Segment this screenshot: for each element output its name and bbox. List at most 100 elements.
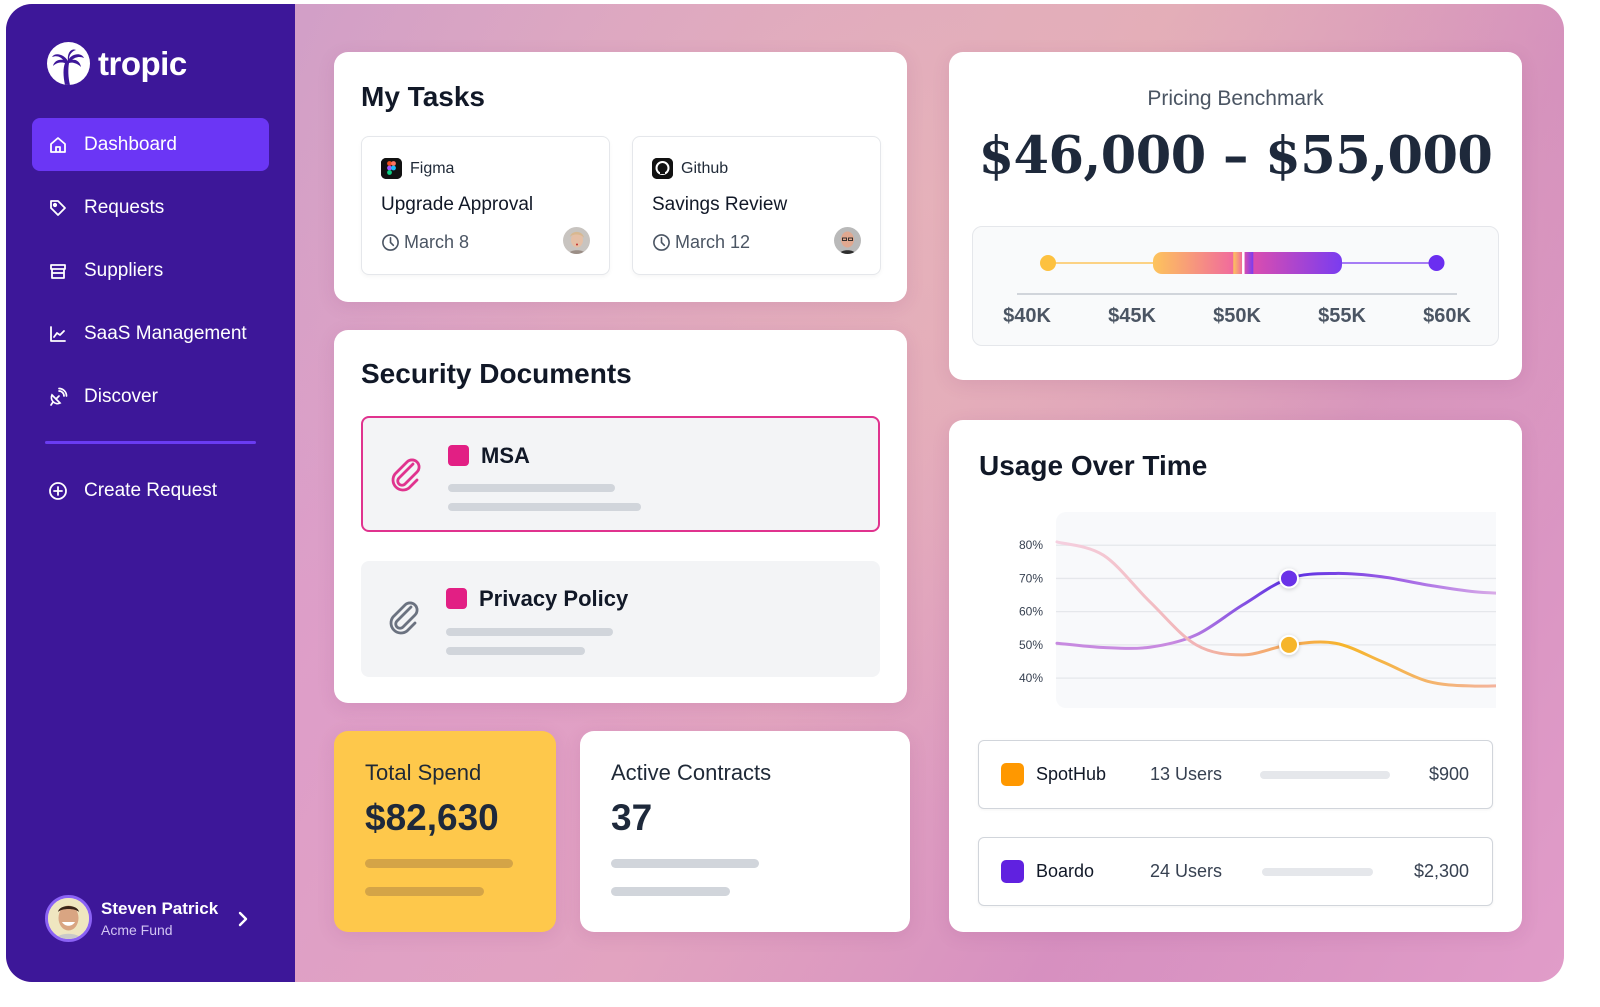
task-card[interactable]: Figma Upgrade Approval March 8 bbox=[361, 136, 610, 275]
usage-bar bbox=[1262, 868, 1373, 876]
placeholder-line bbox=[448, 484, 615, 492]
task-app-name: Figma bbox=[410, 159, 455, 177]
active-contracts-label: Active Contracts bbox=[611, 760, 772, 785]
placeholder-line bbox=[446, 628, 613, 636]
y-tick-label: 60% bbox=[1019, 605, 1043, 619]
pricing-range: $46,000 – $55,000 bbox=[978, 126, 1493, 186]
palm-tree-icon bbox=[47, 42, 90, 85]
task-date: March 8 bbox=[404, 232, 470, 252]
my-tasks-title: My Tasks bbox=[361, 81, 485, 112]
placeholder-line bbox=[611, 887, 730, 896]
user-profile[interactable]: Steven Patrick Acme Fund bbox=[45, 895, 218, 942]
task-title: Savings Review bbox=[652, 194, 788, 215]
chevron-right-icon[interactable] bbox=[236, 908, 250, 930]
placeholder-line bbox=[611, 859, 759, 868]
legend-row-boardo[interactable]: Boardo 24 Users $2,300 bbox=[978, 837, 1493, 906]
plus-circle-icon bbox=[49, 481, 67, 500]
y-tick-label: 50% bbox=[1019, 638, 1043, 652]
legend-row-spothub[interactable]: SpotHub 13 Users $900 bbox=[978, 740, 1493, 809]
assignee-avatar bbox=[563, 227, 590, 254]
sidebar-item-suppliers[interactable]: Suppliers bbox=[32, 244, 269, 297]
sidebar-item-discover[interactable]: Discover bbox=[32, 370, 269, 423]
placeholder-line bbox=[448, 503, 641, 511]
app-window: tropic Dashboard Requests Suppliers SaaS… bbox=[6, 4, 1564, 982]
document-item[interactable]: MSA bbox=[361, 416, 880, 532]
whisker-low-dot bbox=[1040, 255, 1056, 271]
legend-user-count: 13 Users bbox=[1150, 764, 1223, 784]
total-spend-value: $82,630 bbox=[365, 797, 499, 838]
pricing-benchmark-label: Pricing Benchmark bbox=[1147, 87, 1324, 110]
range-bar-lower bbox=[1153, 252, 1244, 274]
y-tick-label: 80% bbox=[1019, 538, 1043, 552]
document-tag bbox=[448, 445, 469, 466]
y-tick-label: 70% bbox=[1019, 571, 1043, 585]
avatar bbox=[45, 895, 92, 942]
document-title: Privacy Policy bbox=[479, 586, 629, 611]
legend-price: $2,300 bbox=[1413, 861, 1469, 881]
sidebar-item-label: Requests bbox=[84, 196, 165, 218]
total-spend-card[interactable]: Total Spend $82,630 bbox=[334, 731, 556, 932]
github-icon bbox=[652, 158, 673, 179]
brand-name: tropic bbox=[98, 44, 187, 82]
document-title: MSA bbox=[481, 443, 530, 468]
data-point-marker[interactable] bbox=[1279, 634, 1299, 655]
range-bar-upper-join bbox=[1243, 252, 1254, 274]
data-point-marker[interactable] bbox=[1279, 568, 1299, 589]
range-axis-line bbox=[1017, 293, 1457, 295]
sidebar-item-saas-management[interactable]: SaaS Management bbox=[32, 307, 269, 360]
sidebar-item-requests[interactable]: Requests bbox=[32, 181, 269, 234]
usage-line-chart: 80% 70% 60% 50% 40% bbox=[1019, 512, 1496, 708]
legend-app-name: SpotHub bbox=[1036, 764, 1107, 784]
home-icon bbox=[50, 136, 66, 153]
total-spend-label: Total Spend bbox=[365, 760, 482, 785]
range-tick-label: $50K bbox=[1213, 305, 1261, 327]
sidebar-item-label: Discover bbox=[84, 385, 158, 407]
placeholder-line bbox=[446, 647, 585, 655]
assignee-avatar bbox=[834, 227, 861, 254]
sidebar-item-dashboard[interactable]: Dashboard bbox=[32, 118, 269, 171]
satellite-dish-icon bbox=[50, 387, 68, 406]
range-tick-label: $60K bbox=[1423, 305, 1471, 327]
legend-app-name: Boardo bbox=[1036, 861, 1095, 881]
placeholder-line bbox=[365, 887, 484, 896]
price-range-track bbox=[1040, 252, 1445, 274]
task-title: Upgrade Approval bbox=[381, 194, 534, 215]
usage-over-time-card: Usage Over Time 80% 70% 60% 50% 40% Spot… bbox=[949, 420, 1522, 932]
clock-icon bbox=[653, 234, 670, 251]
task-app-name: Github bbox=[681, 159, 729, 177]
figma-icon bbox=[381, 158, 402, 179]
clock-icon bbox=[382, 234, 399, 251]
pricing-benchmark-card: Pricing Benchmark $46,000 – $55,000 $40K… bbox=[949, 52, 1522, 380]
sidebar-item-label: Dashboard bbox=[84, 133, 177, 155]
store-icon bbox=[50, 263, 66, 279]
task-card[interactable]: Github Savings Review March 12 bbox=[632, 136, 881, 275]
tag-icon bbox=[50, 199, 66, 216]
legend-user-count: 24 Users bbox=[1150, 861, 1223, 881]
security-documents-title: Security Documents bbox=[361, 358, 632, 389]
range-bar-lower-join bbox=[1233, 252, 1244, 274]
legend-price: $900 bbox=[1428, 764, 1469, 784]
sidebar: tropic Dashboard Requests Suppliers SaaS… bbox=[6, 4, 295, 982]
range-tick-label: $40K bbox=[1003, 305, 1051, 327]
whisker-high-dot bbox=[1428, 255, 1445, 271]
document-item[interactable]: Privacy Policy bbox=[361, 561, 880, 677]
logo[interactable]: tropic bbox=[47, 42, 187, 85]
sidebar-item-label: SaaS Management bbox=[84, 322, 247, 344]
my-tasks-card: My Tasks Figma Upgrade Approval March 8 bbox=[334, 52, 907, 302]
security-documents-card: Security Documents MSA Privacy Policy bbox=[334, 330, 907, 703]
usage-bar bbox=[1260, 771, 1390, 779]
active-contracts-value: 37 bbox=[611, 797, 653, 838]
y-tick-label: 40% bbox=[1019, 671, 1043, 685]
create-request-button[interactable]: Create Request bbox=[32, 464, 269, 517]
active-contracts-card[interactable]: Active Contracts 37 bbox=[580, 731, 910, 932]
paperclip-icon bbox=[391, 458, 421, 492]
legend-swatch bbox=[1001, 763, 1024, 786]
user-org: Acme Fund bbox=[101, 922, 173, 938]
legend-swatch bbox=[1001, 860, 1024, 883]
document-tag bbox=[446, 588, 467, 609]
range-tick-label: $55K bbox=[1318, 305, 1366, 327]
task-date: March 12 bbox=[675, 232, 751, 252]
sidebar-divider bbox=[45, 441, 256, 444]
create-request-label: Create Request bbox=[84, 479, 218, 501]
range-bar-upper bbox=[1243, 252, 1342, 274]
